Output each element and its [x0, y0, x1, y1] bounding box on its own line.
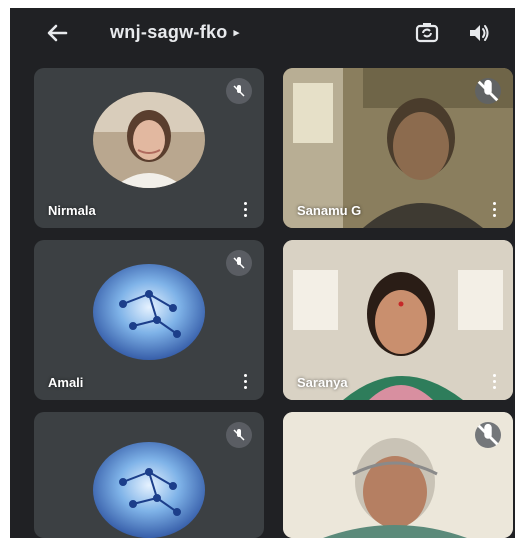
participant-tile[interactable]: Amali — [34, 240, 264, 400]
meeting-code-button[interactable]: wnj-sagw-fko ▸ — [110, 22, 239, 43]
participant-name: Saranya — [297, 375, 348, 390]
avatar — [93, 264, 205, 360]
more-options-icon[interactable] — [236, 198, 254, 220]
more-options-icon[interactable] — [236, 370, 254, 392]
participant-name: Nirmala — [48, 203, 96, 218]
participant-name: Amali — [48, 375, 84, 390]
mic-off-icon — [226, 250, 252, 276]
participant-tile[interactable] — [34, 412, 264, 538]
mic-off-icon — [475, 422, 501, 448]
top-bar: wnj-sagw-fko ▸ — [10, 8, 515, 58]
avatar — [93, 92, 205, 188]
mic-off-icon — [475, 78, 501, 104]
back-arrow-icon[interactable] — [44, 21, 70, 45]
mic-off-icon — [226, 422, 252, 448]
more-options-icon[interactable] — [485, 370, 503, 392]
mic-off-icon — [226, 78, 252, 104]
switch-camera-icon[interactable] — [414, 20, 440, 46]
participant-tile[interactable]: Sanamu G — [283, 68, 513, 228]
participant-tile[interactable]: Saranya — [283, 240, 513, 400]
participant-name: Sanamu G — [297, 203, 362, 218]
participant-tile[interactable]: Nirmala — [34, 68, 264, 228]
meeting-code: wnj-sagw-fko — [110, 22, 228, 42]
avatar — [93, 442, 205, 538]
more-options-icon[interactable] — [485, 198, 503, 220]
meet-screen: wnj-sagw-fko ▸ Nirmala Sanamu G Amali Sa… — [10, 8, 515, 538]
caret-right-icon: ▸ — [233, 27, 240, 39]
participant-tile[interactable] — [283, 412, 513, 538]
speaker-icon[interactable] — [466, 21, 492, 45]
